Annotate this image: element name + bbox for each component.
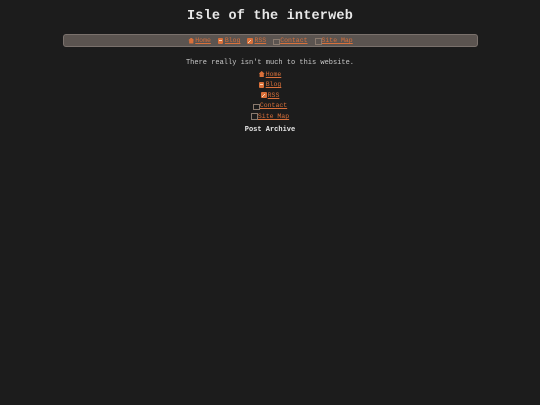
home-icon xyxy=(259,71,265,77)
blog-icon xyxy=(258,81,265,88)
link-list: Home Blog RSS Contact Site Map xyxy=(0,68,540,121)
top-nav-bar: Home Blog RSS Contact Site Map xyxy=(63,34,478,47)
list-link-label: RSS xyxy=(267,91,280,99)
list-item: Blog xyxy=(0,79,540,90)
post-archive-heading: Post Archive xyxy=(244,126,296,134)
rss-icon xyxy=(260,92,267,99)
map-icon xyxy=(314,37,322,45)
home-icon xyxy=(188,38,194,44)
blog-icon xyxy=(217,37,224,44)
list-item: Site Map xyxy=(0,110,540,121)
list-link-site-map[interactable]: Site Map xyxy=(250,112,290,121)
list-link-blog[interactable]: Blog xyxy=(258,81,282,89)
nav-link-blog[interactable]: Blog xyxy=(217,37,241,44)
nav-link-contact[interactable]: Contact xyxy=(273,37,308,45)
list-link-label: Blog xyxy=(265,81,282,89)
nav-link-label: Site Map xyxy=(321,37,353,44)
list-item: Home xyxy=(0,68,540,79)
list-link-home[interactable]: Home xyxy=(259,71,282,78)
map-icon xyxy=(250,113,258,121)
page: Isle of the interweb Home Blog RSS Conta… xyxy=(0,0,540,405)
nav-link-home[interactable]: Home xyxy=(188,37,211,44)
list-item: Contact xyxy=(0,100,540,111)
contact-icon xyxy=(252,103,260,110)
list-link-contact[interactable]: Contact xyxy=(252,102,288,110)
list-link-rss[interactable]: RSS xyxy=(260,91,280,99)
nav-link-label: Contact xyxy=(280,37,308,44)
nav-link-label: RSS xyxy=(254,37,267,44)
nav-link-site-map[interactable]: Site Map xyxy=(314,37,353,45)
nav-link-label: Blog xyxy=(224,37,241,44)
site-title: Isle of the interweb xyxy=(186,9,354,24)
list-link-label: Site Map xyxy=(257,112,290,120)
nav-link-rss[interactable]: RSS xyxy=(247,37,266,44)
list-link-label: Contact xyxy=(259,102,288,110)
nav-link-label: Home xyxy=(195,37,211,44)
rss-icon xyxy=(247,37,254,44)
contact-icon xyxy=(273,38,281,45)
tagline: There really isn't much to this website. xyxy=(185,59,355,67)
list-link-label: Home xyxy=(265,70,282,78)
list-item: RSS xyxy=(0,89,540,100)
